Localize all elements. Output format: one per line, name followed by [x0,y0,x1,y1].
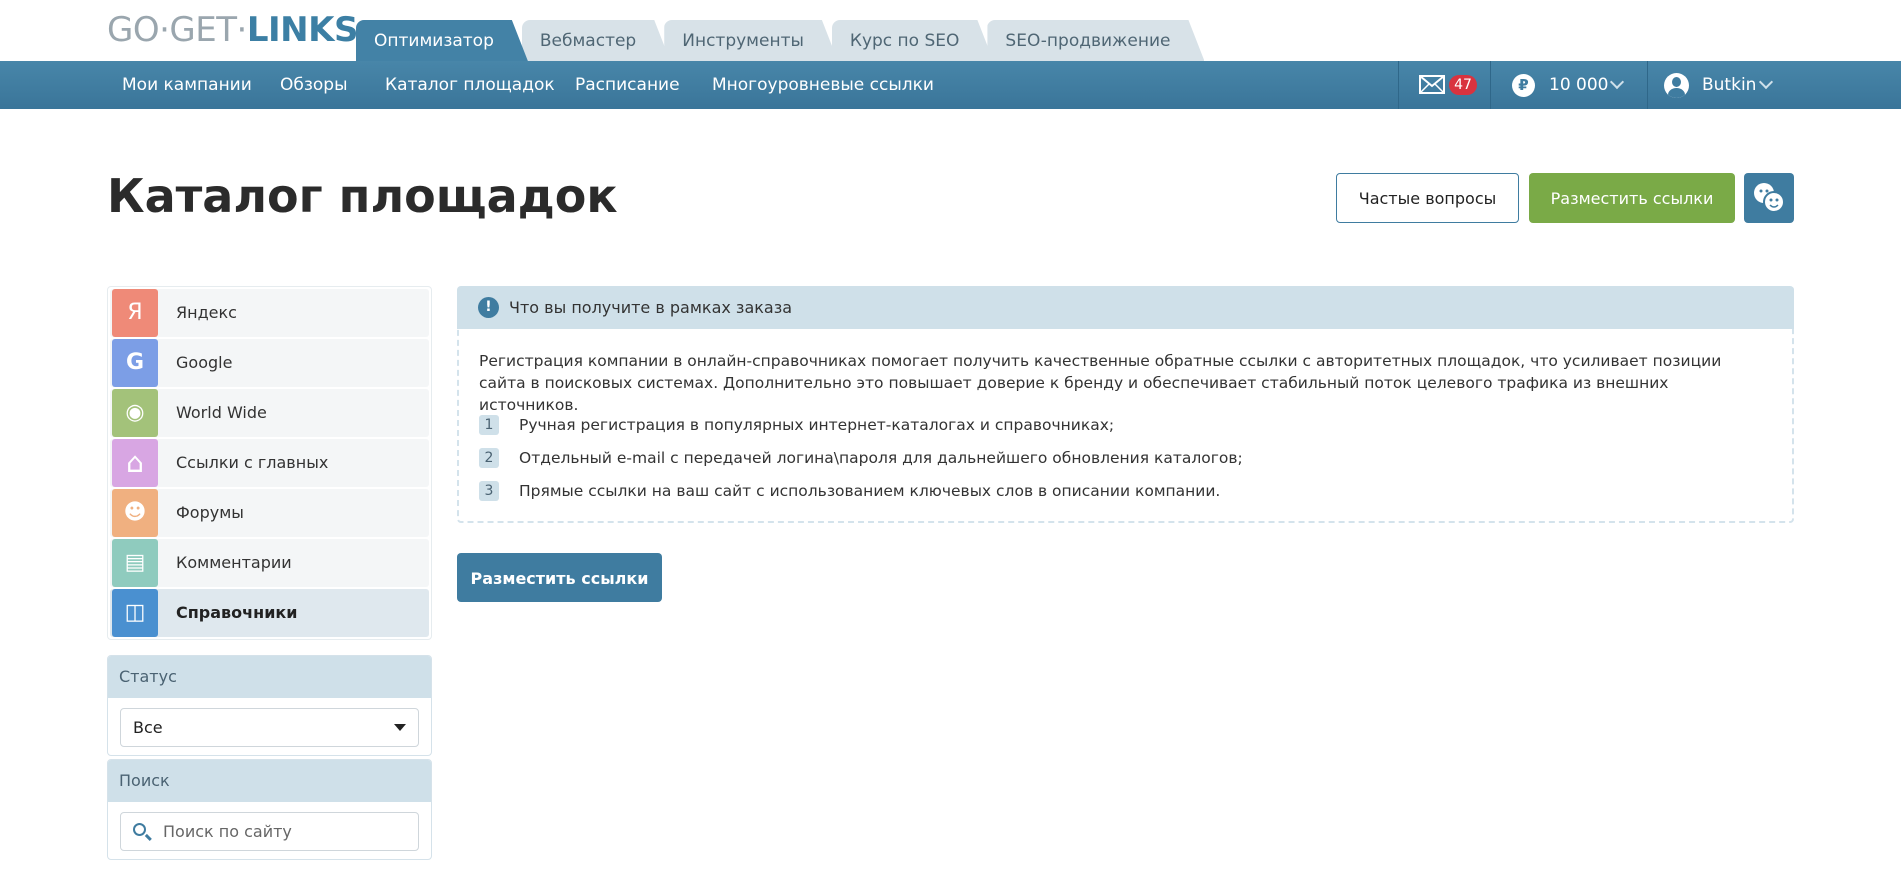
globe-icon: ◉ [112,389,158,437]
nav-my-campaigns[interactable]: Мои кампании [122,61,252,109]
balance-amount[interactable]: 10 000 [1549,61,1608,109]
list-item-text: Ручная регистрация в популярных интернет… [519,416,1115,434]
search-input[interactable] [161,813,401,850]
category-label: Яндекс [176,303,237,322]
username[interactable]: Butkin [1702,61,1756,109]
list-item-number: 1 [479,415,499,435]
search-filter-title: Поиск [108,760,431,802]
category-homepage-links[interactable]: ⌂ Ссылки с главных [110,439,429,487]
category-google[interactable]: G Google [110,339,429,387]
sidebar: Я Яндекс G Google ◉ World Wide ⌂ Ссылки … [107,286,432,860]
category-forums[interactable]: ☻ Форумы [110,489,429,537]
page-title: Каталог площадок [107,169,618,223]
category-label: Комментарии [176,553,292,572]
list-item: 2 Отдельный e-mail с передачей логина\пар… [479,447,1243,469]
category-label: Справочники [176,603,298,622]
nav-reviews[interactable]: Обзоры [280,61,348,109]
nav-divider [1647,61,1648,109]
category-label: Google [176,353,233,372]
mail-count-badge: 47 [1449,75,1477,95]
category-label: Форумы [176,503,244,522]
order-info-title: Что вы получите в рамках заказа [509,298,793,317]
status-filter: Статус Все [107,655,432,756]
google-icon: G [112,339,158,387]
users-icon: ☻ [112,489,158,537]
tab-webmaster[interactable]: Вебмастер [522,20,670,61]
directory-icon: ◫ [112,589,158,637]
category-list: Я Яндекс G Google ◉ World Wide ⌂ Ссылки … [107,286,432,640]
chevron-down-icon[interactable] [1758,74,1774,90]
category-label: Ссылки с главных [176,453,329,472]
home-icon: ⌂ [112,439,158,487]
nav-schedule[interactable]: Расписание [575,61,680,109]
category-directories[interactable]: ◫ Справочники [110,589,429,637]
list-item-number: 3 [479,481,499,501]
search-filter: Поиск [107,759,432,860]
ruble-icon: ₽ [1512,74,1535,97]
info-icon: ! [478,297,499,318]
place-links-button[interactable]: Разместить ссылки [1529,173,1735,223]
place-links-main-button[interactable]: Разместить ссылки [457,553,662,602]
chevron-down-icon[interactable] [1609,74,1625,90]
category-label: World Wide [176,403,267,422]
status-select[interactable]: Все [120,708,419,747]
list-item-text: Отдельный e-mail с передачей логина\паро… [519,449,1243,467]
faq-button[interactable]: Частые вопросы [1336,173,1519,223]
search-box [120,812,419,851]
list-item: 3 Прямые ссылки на ваш сайт с использован… [479,480,1243,502]
yandex-icon: Я [112,289,158,337]
order-info-text: Регистрация компании в онлайн-справочник… [479,352,1722,414]
role-tabs: Оптимизатор Вебмастер Инструменты Курс п… [356,20,1198,61]
top-header: GO·GET·LINKS Оптимизатор Вебмастер Инстр… [0,0,1901,61]
nav-divider [1490,61,1491,109]
category-comments[interactable]: ▤ Комментарии [110,539,429,587]
category-yandex[interactable]: Я Яндекс [110,289,429,337]
tab-optimizer[interactable]: Оптимизатор [356,20,528,61]
category-world-wide[interactable]: ◉ World Wide [110,389,429,437]
nav-multilevel-links[interactable]: Многоуровневые ссылки [712,61,934,109]
order-info-header: ! Что вы получите в рамках заказа [457,286,1794,329]
order-info-panel: ! Что вы получите в рамках заказа Регист… [457,286,1794,523]
list-item-number: 2 [479,448,499,468]
main-navbar: Мои кампании Обзоры Каталог площадок Рас… [0,61,1901,109]
support-chat-button[interactable] [1744,173,1794,223]
status-filter-title: Статус [108,656,431,698]
caret-down-icon [394,724,406,731]
mail-icon[interactable] [1419,75,1445,94]
benefits-list: 1 Ручная регистрация в популярных интерне… [479,414,1243,513]
status-select-value: Все [133,718,163,737]
tab-tools[interactable]: Инструменты [664,20,838,61]
nav-site-catalog[interactable]: Каталог площадок [385,61,555,109]
list-item: 1 Ручная регистрация в популярных интерне… [479,414,1243,436]
support-chat-icon [1754,183,1785,213]
list-item-text: Прямые ссылки на ваш сайт с использовани… [519,482,1221,500]
comments-icon: ▤ [112,539,158,587]
nav-divider [1398,61,1399,109]
user-avatar-icon[interactable] [1664,73,1689,98]
logo[interactable]: GO·GET·LINKS [107,12,358,48]
search-icon [133,823,146,836]
tab-seo-promotion[interactable]: SEO-продвижение [987,20,1204,61]
tab-seo-course[interactable]: Курс по SEO [832,20,994,61]
